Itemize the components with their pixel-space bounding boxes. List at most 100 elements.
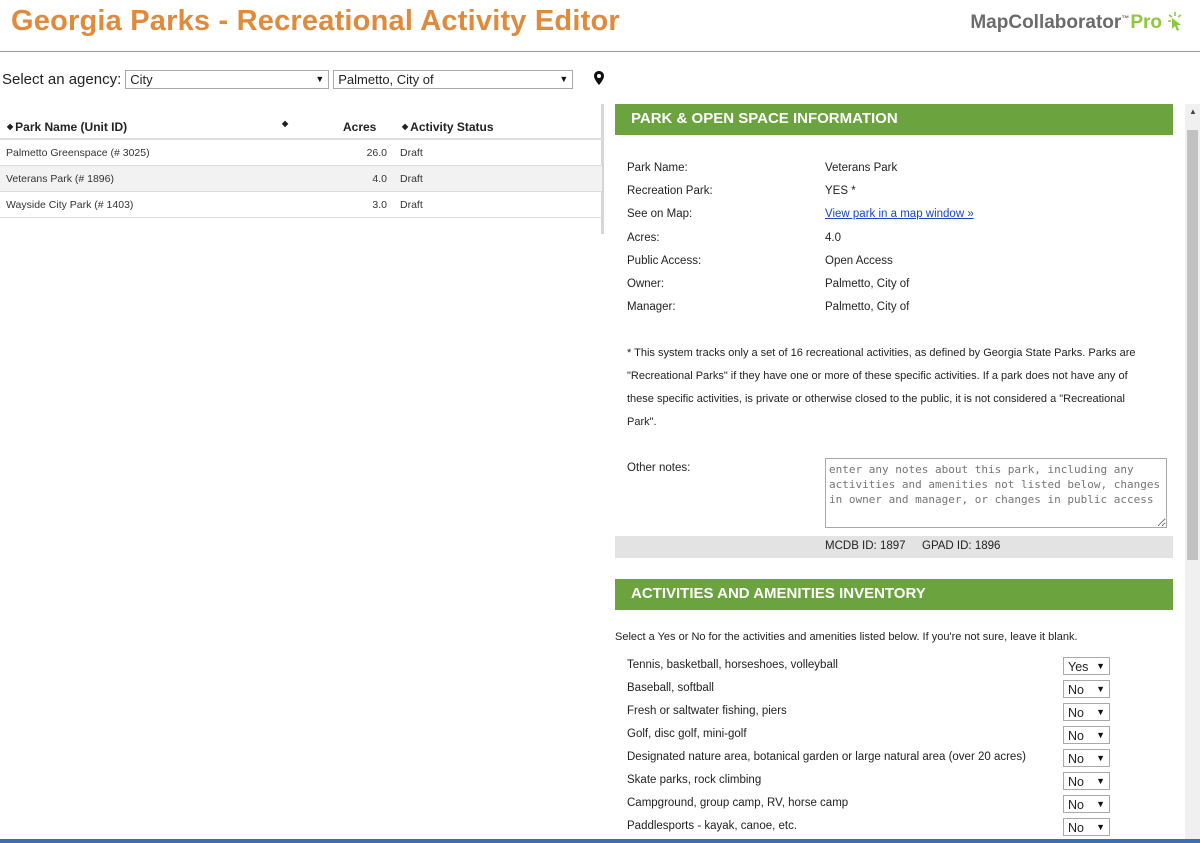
info-value: 4.0: [825, 232, 841, 244]
info-label: Acres:: [627, 232, 660, 244]
activity-row: Baseball, softball No ▼: [627, 680, 1112, 700]
agency-type-value: City: [130, 72, 153, 87]
activity-label: Tennis, basketball, horseshoes, volleyba…: [627, 659, 838, 671]
activity-select-value: No: [1068, 705, 1084, 720]
park-acres-cell: 4.0: [372, 173, 387, 185]
info-value: Palmetto, City of: [825, 278, 910, 290]
info-value: Open Access: [825, 255, 893, 267]
dropdown-arrow-icon: ▼: [1096, 661, 1105, 671]
park-acres-cell: 3.0: [372, 199, 387, 211]
park-status-cell: Draft: [400, 199, 423, 211]
column-sort-toggle[interactable]: ◆: [282, 120, 290, 128]
activity-select-value: No: [1068, 797, 1084, 812]
cursor-click-icon: [1166, 10, 1186, 38]
other-notes-input[interactable]: [825, 458, 1167, 528]
info-label: Recreation Park:: [627, 185, 713, 197]
activity-select-value: No: [1068, 682, 1084, 697]
agency-label: Select an agency:: [2, 70, 122, 88]
activity-label: Golf, disc golf, mini-golf: [627, 728, 747, 740]
info-value: Palmetto, City of: [825, 301, 910, 313]
dropdown-arrow-icon: ▼: [1096, 822, 1105, 832]
activity-label: Paddlesports - kayak, canoe, etc.: [627, 820, 798, 832]
info-owner: Owner: Palmetto, City of: [627, 278, 1167, 296]
brand-name: MapCollaborator: [970, 12, 1122, 33]
map-pin-icon[interactable]: [594, 71, 605, 89]
recreational-park-footnote: * This system tracks only a set of 16 re…: [627, 347, 1136, 428]
activity-select-value: No: [1068, 751, 1084, 766]
dropdown-arrow-icon: ▼: [1096, 684, 1105, 694]
activity-row: Fresh or saltwater fishing, piers No ▼: [627, 703, 1112, 723]
activity-select[interactable]: No ▼: [1063, 749, 1110, 767]
park-acres-cell: 26.0: [366, 147, 387, 159]
agency-selector-bar: Select an agency: City ▼ Palmetto, City …: [2, 68, 605, 90]
info-acres: Acres: 4.0: [627, 232, 1167, 250]
activity-label: Baseball, softball: [627, 682, 714, 694]
dropdown-arrow-icon: ▼: [1096, 730, 1105, 740]
agency-name-value: Palmetto, City of: [338, 72, 434, 87]
activity-row: Designated nature area, botanical garden…: [627, 749, 1112, 769]
activity-select[interactable]: No ▼: [1063, 703, 1110, 721]
info-manager: Manager: Palmetto, City of: [627, 301, 1167, 319]
gpad-id: GPAD ID: 1896: [922, 540, 1001, 552]
column-acres-label: Acres: [343, 120, 377, 134]
park-table-header: ◆ Park Name (Unit ID) ◆ Acres ◆ Activity…: [0, 114, 602, 140]
activity-select[interactable]: No ▼: [1063, 680, 1110, 698]
column-park-name-label: Park Name (Unit ID): [15, 120, 128, 134]
table-row[interactable]: Wayside City Park (# 1403) 3.0 Draft: [0, 192, 602, 218]
other-notes-label: Other notes:: [627, 462, 691, 474]
info-value: Veterans Park: [825, 162, 898, 174]
activity-row: Skate parks, rock climbing No ▼: [627, 772, 1112, 792]
dropdown-arrow-icon: ▼: [559, 73, 569, 84]
park-status-cell: Draft: [400, 147, 423, 159]
info-label: Park Name:: [627, 162, 688, 174]
activity-select[interactable]: No ▼: [1063, 818, 1110, 836]
activity-row: Tennis, basketball, horseshoes, volleyba…: [627, 657, 1112, 677]
activity-select[interactable]: No ▼: [1063, 772, 1110, 790]
activity-select-value: No: [1068, 820, 1084, 835]
sort-icon: ◆: [282, 119, 289, 128]
activity-label: Designated nature area, botanical garden…: [627, 751, 1026, 763]
park-name-cell: Wayside City Park (# 1403): [6, 199, 134, 211]
sort-icon: ◆: [7, 122, 14, 131]
sort-icon: ◆: [402, 122, 409, 131]
info-label: Public Access:: [627, 255, 702, 267]
column-park-name[interactable]: ◆ Park Name (Unit ID): [7, 120, 127, 134]
window-bottom-border: [0, 839, 1200, 843]
activity-select-value: No: [1068, 728, 1084, 743]
page-title: Georgia Parks - Recreational Activity Ed…: [11, 5, 620, 37]
inventory-heading: ACTIVITIES AND AMENITIES INVENTORY: [615, 579, 1173, 610]
dropdown-arrow-icon: ▼: [1096, 753, 1105, 763]
activity-row: Golf, disc golf, mini-golf No ▼: [627, 726, 1112, 746]
activity-row: Campground, group camp, RV, horse camp N…: [627, 795, 1112, 815]
info-label: Owner:: [627, 278, 665, 290]
activity-select[interactable]: Yes ▼: [1063, 657, 1110, 675]
activity-select[interactable]: No ▼: [1063, 795, 1110, 813]
scrollbar-thumb[interactable]: [1187, 130, 1198, 560]
inventory-instructions: Select a Yes or No for the activities an…: [615, 631, 1078, 643]
brand-logo: MapCollaborator ™ Pro: [970, 12, 1186, 38]
table-row[interactable]: Veterans Park (# 1896) 4.0 Draft: [0, 166, 602, 192]
column-acres[interactable]: Acres: [343, 120, 376, 134]
activity-select-value: Yes: [1068, 659, 1089, 674]
info-value: YES *: [825, 185, 856, 197]
column-activity-status[interactable]: ◆ Activity Status: [402, 120, 494, 134]
activity-label: Fresh or saltwater fishing, piers: [627, 705, 787, 717]
brand-pro: Pro: [1130, 12, 1162, 33]
view-map-link[interactable]: View park in a map window »: [825, 208, 974, 220]
info-public-access: Public Access: Open Access: [627, 255, 1167, 273]
activity-label: Skate parks, rock climbing: [627, 774, 762, 786]
scroll-up-icon[interactable]: ▲: [1189, 107, 1197, 116]
info-see-on-map: See on Map: View park in a map window »: [627, 208, 1167, 226]
table-row[interactable]: Palmetto Greenspace (# 3025) 26.0 Draft: [0, 140, 602, 166]
agency-type-select[interactable]: City ▼: [125, 69, 330, 89]
app-header: Georgia Parks - Recreational Activity Ed…: [0, 0, 1200, 52]
dropdown-arrow-icon: ▼: [1096, 799, 1105, 809]
info-park-name: Park Name: Veterans Park: [627, 162, 1167, 180]
agency-name-select[interactable]: Palmetto, City of ▼: [333, 69, 574, 89]
column-activity-status-label: Activity Status: [410, 120, 494, 134]
dropdown-arrow-icon: ▼: [1096, 707, 1105, 717]
activity-select[interactable]: No ▼: [1063, 726, 1110, 744]
brand-trademark: ™: [1121, 14, 1130, 23]
park-name-cell: Veterans Park (# 1896): [6, 173, 114, 185]
mcdb-id: MCDB ID: 1897: [825, 540, 906, 552]
